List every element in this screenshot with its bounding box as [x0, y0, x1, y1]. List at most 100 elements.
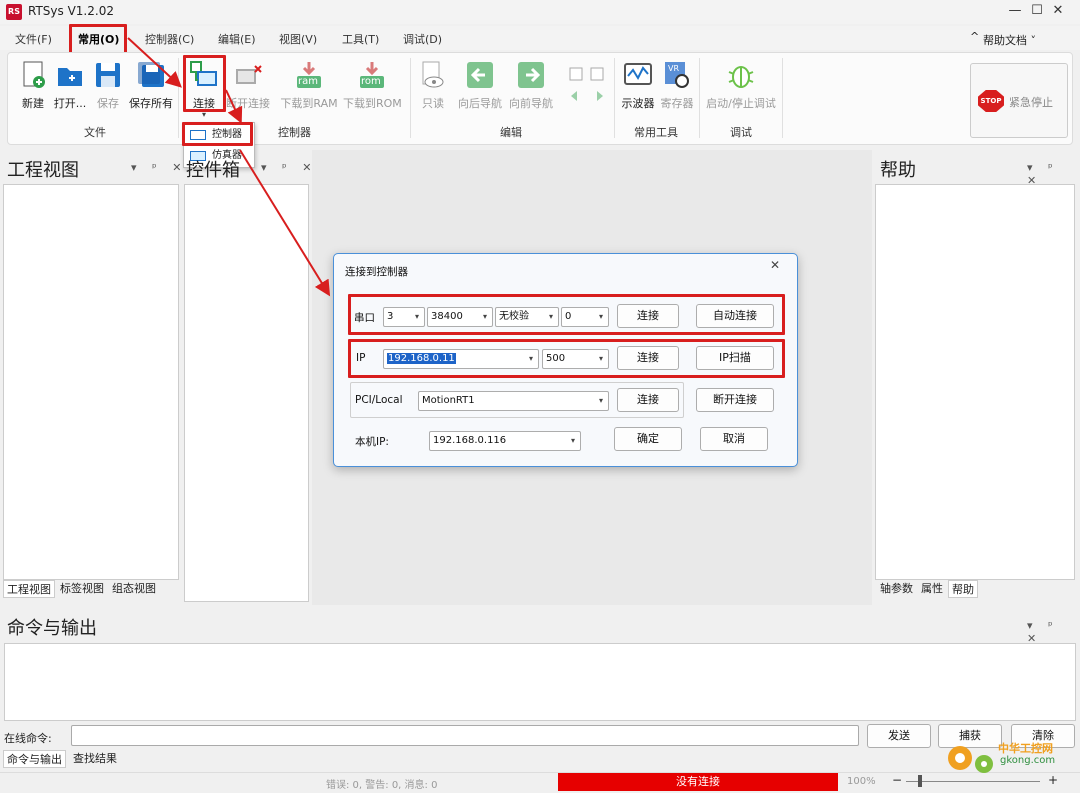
online-command-input[interactable]: [71, 725, 859, 746]
bug-icon: [728, 66, 754, 88]
zoom-in-icon[interactable]: +: [1048, 773, 1058, 787]
vr-badge: VR: [668, 64, 680, 73]
download-rom-button[interactable]: rom 下载到ROM: [343, 60, 402, 111]
menu-view[interactable]: 视图(V): [279, 31, 317, 47]
group-label-edit: 编辑: [500, 126, 522, 139]
gear-icon: [948, 746, 993, 773]
download-ram-button[interactable]: ram 下载到RAM: [280, 60, 338, 111]
tab-find-results[interactable]: 查找结果: [70, 750, 120, 768]
disconnect-button[interactable]: 断开连接: [226, 60, 270, 111]
cancel-button[interactable]: 取消: [700, 427, 768, 451]
annotation-box-connect: [183, 55, 226, 112]
zoom-slider-track[interactable]: [906, 781, 1040, 782]
project-panel-controls[interactable]: ▾ ᵖ ✕: [131, 161, 187, 174]
download-rom-label: 下载到ROM: [343, 97, 402, 110]
project-view-title: 工程视图: [7, 160, 79, 181]
output-tabs: 命令与输出 查找结果: [3, 750, 120, 768]
tab-project-view[interactable]: 工程视图: [3, 580, 55, 598]
online-command-label: 在线命令:: [4, 732, 52, 745]
folder-open-icon: [58, 68, 82, 86]
dialog-close-icon[interactable]: ✕: [770, 258, 780, 272]
stop-sign-icon: STOP: [978, 90, 1004, 112]
project-view-pane: [3, 184, 179, 580]
save-all-button[interactable]: 保存所有: [128, 60, 174, 111]
new-button[interactable]: 新建: [17, 60, 49, 111]
disconnect-label: 断开连接: [226, 97, 270, 110]
new-label: 新建: [22, 97, 44, 110]
annotation-box-serial-row: [348, 294, 785, 335]
control-box-panel-controls[interactable]: ▾ ᵖ ✕: [261, 161, 317, 174]
ribbon-separator: [699, 58, 700, 138]
oscilloscope-button[interactable]: 示波器: [620, 60, 656, 111]
back-nav-label: 向后导航: [458, 97, 502, 110]
open-button[interactable]: 打开...: [52, 60, 88, 111]
tab-tag-view[interactable]: 标签视图: [57, 580, 107, 598]
menu-edit[interactable]: 编辑(E): [218, 31, 256, 47]
menu-debug[interactable]: 调试(D): [403, 31, 442, 47]
ok-button[interactable]: 确定: [614, 427, 682, 451]
zoom-slider-thumb[interactable]: [918, 775, 922, 787]
back-nav-button[interactable]: 向后导航: [456, 60, 504, 111]
edit-small-tools: [567, 66, 607, 102]
start-stop-debug-button[interactable]: 启动/停止调试: [705, 60, 777, 111]
open-label: 打开...: [53, 97, 87, 110]
tab-command-output[interactable]: 命令与输出: [3, 750, 66, 768]
menu-controller[interactable]: 控制器(C): [145, 31, 194, 47]
menu-file[interactable]: 文件(F): [15, 31, 52, 47]
connect-dialog: 连接到控制器 ✕ 串口 3 ▾ 38400 ▾ 无校验 ▾ 0 ▾ 连接 自动连接 IP…: [333, 253, 798, 467]
help-docs-menu[interactable]: 帮助文档 ˅: [983, 32, 1036, 48]
ribbon-separator: [614, 58, 615, 138]
dialog-title: 连接到控制器: [345, 266, 408, 278]
local-ip-label: 本机IP:: [355, 436, 389, 448]
zoom-level: 100%: [847, 776, 876, 787]
forward-nav-button[interactable]: 向前导航: [507, 60, 555, 111]
rom-badge: rom: [361, 76, 381, 87]
window-title: RTSys V1.2.02: [28, 4, 114, 18]
zoom-out-icon[interactable]: −: [892, 773, 902, 787]
output-panel-controls[interactable]: ▾ ᵖ ✕: [1027, 619, 1080, 645]
ribbon-collapse-icon[interactable]: ^: [970, 30, 979, 43]
close-window-button[interactable]: ✕: [1036, 0, 1080, 24]
control-box-title: 控件箱: [186, 160, 240, 181]
disconnect-icon: [236, 65, 262, 84]
app-logo-icon: RS: [6, 4, 22, 20]
message-counts: 错误: 0, 警告: 0, 消息: 0: [326, 780, 438, 791]
control-box-pane: [184, 184, 309, 602]
watermark-logo: [940, 736, 1000, 780]
local-ip-value: 192.168.0.116: [433, 435, 507, 446]
send-button[interactable]: 发送: [867, 724, 931, 748]
readonly-eye-icon: [422, 61, 444, 88]
register-button[interactable]: VR 寄存器: [659, 60, 695, 111]
pci-disconnect-button[interactable]: 断开连接: [696, 388, 774, 412]
menu-tools[interactable]: 工具(T): [342, 31, 379, 47]
new-file-icon: [23, 61, 45, 88]
help-pane: [875, 184, 1075, 580]
tab-axis-params[interactable]: 轴参数: [877, 580, 916, 598]
group-label-tools: 常用工具: [634, 126, 678, 139]
oscilloscope-label: 示波器: [621, 97, 655, 110]
watermark-domain: gkong.com: [1000, 755, 1056, 766]
ram-badge: ram: [298, 76, 318, 87]
readonly-button[interactable]: 只读: [418, 60, 448, 111]
help-tabs: 轴参数 属性 帮助: [877, 580, 1075, 600]
command-output-title: 命令与输出: [7, 618, 97, 639]
save-button[interactable]: 保存: [92, 60, 124, 111]
local-ip-select[interactable]: 192.168.0.116 ▾: [429, 431, 581, 451]
edit-small-icons: [569, 67, 604, 101]
save-label: 保存: [97, 97, 119, 110]
tab-help[interactable]: 帮助: [948, 580, 978, 598]
watermark-brand: 中华工控网: [998, 742, 1053, 755]
save-all-label: 保存所有: [129, 97, 173, 110]
tab-properties[interactable]: 属性: [918, 580, 946, 598]
register-label: 寄存器: [660, 97, 694, 110]
ribbon-separator: [178, 58, 179, 138]
emergency-stop-button[interactable]: STOP 紧急停止: [970, 63, 1068, 138]
project-tabs: 工程视图 标签视图 组态视图: [3, 580, 179, 600]
pci-connect-button[interactable]: 连接: [617, 388, 679, 412]
pci-local-select[interactable]: MotionRT1 ▾: [418, 391, 609, 411]
help-title: 帮助: [880, 160, 916, 181]
connection-status: 没有连接: [558, 773, 838, 791]
save-icon: [96, 63, 120, 87]
group-label-file: 文件: [84, 126, 106, 139]
tab-config-view[interactable]: 组态视图: [109, 580, 159, 598]
